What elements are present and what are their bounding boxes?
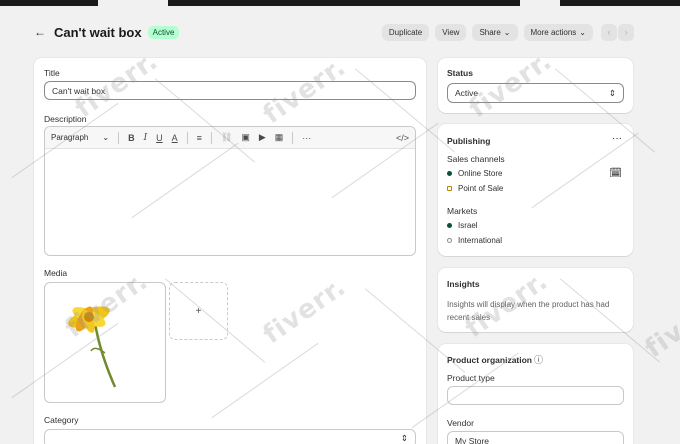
top-bar-gap <box>520 0 560 6</box>
next-product-icon[interactable]: › <box>618 23 634 41</box>
paragraph-format-select[interactable]: Paragraph ⌄ <box>51 133 109 142</box>
status-select-value: Active <box>455 88 479 98</box>
add-media-button[interactable]: + <box>169 282 228 340</box>
media-label: Media <box>44 268 68 278</box>
chevron-down-icon: ⌄ <box>102 133 110 142</box>
duplicate-button[interactable]: Duplicate <box>381 23 430 41</box>
title-input-value: Can't wait box <box>52 85 106 96</box>
channel-item: Point of Sale <box>447 184 503 193</box>
header-actions: Duplicate View Share ⌄ More actions ⌄ ‹ › <box>381 23 634 41</box>
view-button[interactable]: View <box>435 23 467 41</box>
align-icon[interactable]: ≡ <box>197 133 202 143</box>
channel-item: Online Store <box>447 169 502 178</box>
editor-toolbar: Paragraph ⌄ B I U A ≡ ⛓ ▣ ▶ ▦ ··· </> <box>45 127 415 149</box>
market-item: International <box>447 236 502 245</box>
pending-dot-icon <box>447 186 452 191</box>
link-icon[interactable]: ⛓ <box>221 132 232 143</box>
more-actions-label: More actions <box>530 27 577 37</box>
publishing-card: Publishing ··· Sales channels Online Sto… <box>438 124 633 256</box>
market-name: International <box>458 236 503 245</box>
vendor-input[interactable]: My Store <box>447 431 624 444</box>
underline-icon[interactable]: U <box>156 133 163 143</box>
product-organization-card: Product organization ⓘ Product type Vend… <box>438 344 633 444</box>
top-bar-gap <box>98 0 168 6</box>
select-chevron-icon: ⇕ <box>400 433 408 443</box>
flower-image <box>68 306 117 388</box>
more-options-icon[interactable]: ··· <box>612 133 622 144</box>
product-type-label: Product type <box>447 373 495 383</box>
status-title: Status <box>447 68 473 78</box>
previous-product-icon[interactable]: ‹ <box>601 23 617 41</box>
media-thumbnail[interactable] <box>44 282 166 403</box>
plus-icon: + <box>195 305 202 317</box>
channel-name: Online Store <box>458 169 503 178</box>
sales-channels-label: Sales channels <box>447 154 505 164</box>
status-select[interactable]: Active ⇕ <box>447 83 624 103</box>
inactive-dot-icon <box>447 238 452 243</box>
image-icon[interactable]: ▣ <box>241 132 250 143</box>
page-title: Can't wait box <box>54 24 142 40</box>
toolbar-divider <box>186 131 188 144</box>
toolbar-divider <box>292 131 294 144</box>
insights-text: Insights will display when the product h… <box>447 300 610 322</box>
calendar-schedule-icon[interactable]: 🗓 <box>609 168 622 179</box>
insights-card: Insights Insights will display when the … <box>438 268 633 332</box>
toolbar-divider <box>210 131 212 144</box>
more-tools-icon[interactable]: ··· <box>302 133 311 143</box>
chevron-down-icon: ⌄ <box>503 27 511 37</box>
description-editor[interactable]: Paragraph ⌄ B I U A ≡ ⛓ ▣ ▶ ▦ ··· </> <box>44 126 416 256</box>
code-view-icon[interactable]: </> <box>396 133 409 143</box>
info-icon[interactable]: ⓘ <box>534 353 543 366</box>
select-chevron-icon: ⇕ <box>608 87 616 98</box>
more-actions-button[interactable]: More actions ⌄ <box>523 23 593 41</box>
insights-title: Insights <box>447 279 480 289</box>
vendor-label: Vendor <box>447 418 474 428</box>
pagination: ‹ › <box>601 23 634 41</box>
organization-title: Product organization <box>447 355 532 365</box>
market-name: Israel <box>458 221 478 230</box>
title-label: Title <box>44 68 60 78</box>
vendor-value: My Store <box>455 435 490 444</box>
chevron-down-icon: ⌄ <box>579 27 586 37</box>
product-type-input[interactable] <box>447 386 624 405</box>
status-badge: Active <box>147 25 180 39</box>
markets-label: Markets <box>447 206 478 216</box>
italic-icon[interactable]: I <box>144 133 148 143</box>
category-label: Category <box>44 415 79 425</box>
paragraph-format-label: Paragraph <box>51 133 89 142</box>
market-item: Israel <box>447 221 478 230</box>
toolbar-divider <box>118 131 120 144</box>
share-button[interactable]: Share ⌄ <box>472 23 518 41</box>
status-dot-icon <box>447 171 452 176</box>
share-label: Share <box>479 27 501 37</box>
bold-icon[interactable]: B <box>128 133 135 143</box>
product-details-card: Title Can't wait box Description Paragra… <box>34 58 426 444</box>
duplicate-label: Duplicate <box>388 27 423 37</box>
back-arrow-icon[interactable]: ← <box>34 25 50 39</box>
table-icon[interactable]: ▦ <box>275 132 284 143</box>
view-label: View <box>442 27 460 37</box>
description-label: Description <box>44 114 87 124</box>
watermark-text: fiverr. <box>639 285 680 365</box>
text-color-icon[interactable]: A <box>172 133 178 143</box>
status-card: Status Active ⇕ <box>438 58 633 113</box>
category-select[interactable]: ⇕ <box>44 429 416 444</box>
publishing-title: Publishing <box>447 136 491 146</box>
channel-name: Point of Sale <box>458 184 504 193</box>
page-header: ← Can't wait box Active Duplicate View S… <box>34 22 634 42</box>
title-input[interactable]: Can't wait box <box>44 81 416 100</box>
status-dot-icon <box>447 223 452 228</box>
video-icon[interactable]: ▶ <box>259 132 266 143</box>
